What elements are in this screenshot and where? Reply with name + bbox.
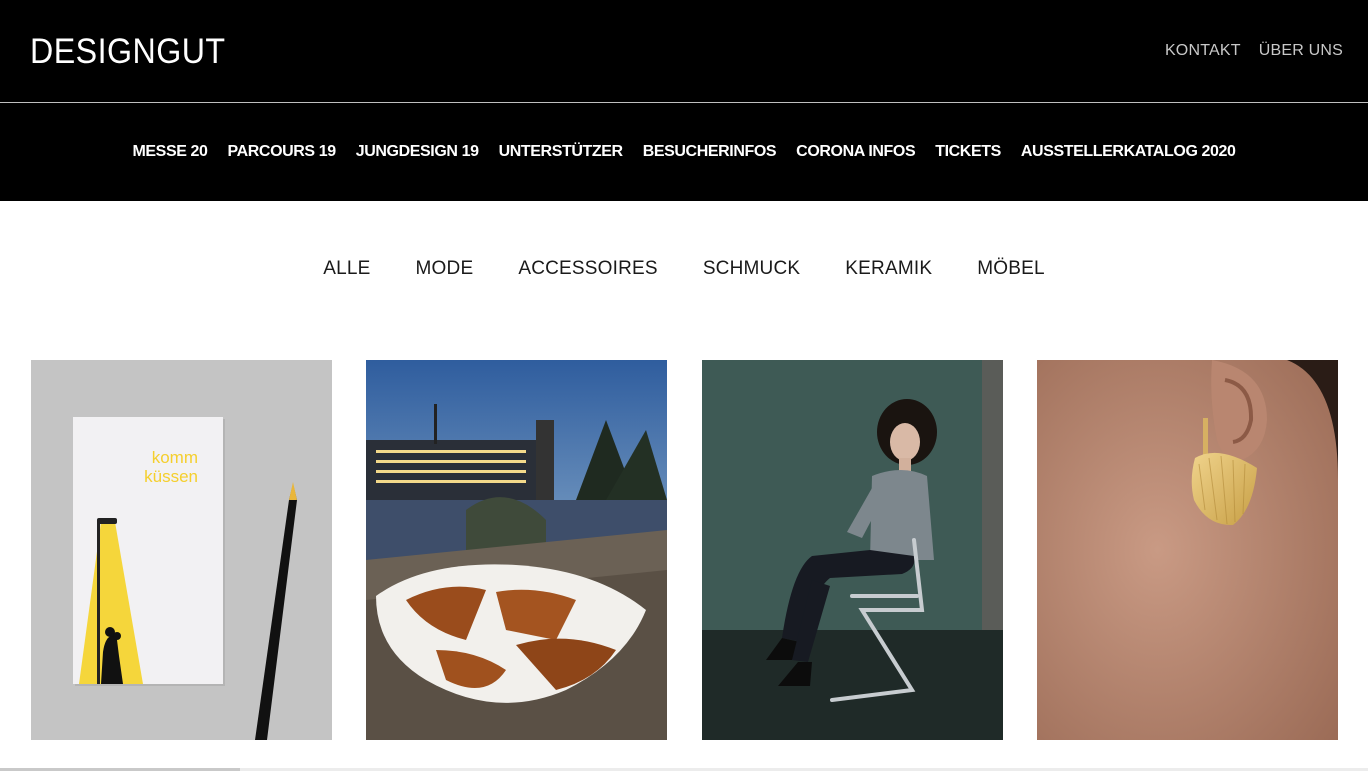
filter-moebel[interactable]: MÖBEL <box>977 258 1045 280</box>
filter-schmuck[interactable]: SCHMUCK <box>703 258 800 280</box>
nav-item-ausstellerkatalog[interactable]: AUSSTELLERKATALOG 2020 <box>1021 143 1236 161</box>
nav-item-messe[interactable]: MESSE 20 <box>132 143 207 161</box>
postcard-image: komm küssen <box>31 360 332 740</box>
postcard-text-1: komm <box>152 448 198 467</box>
nav-item-unterstuetzer[interactable]: UNTERSTÜTZER <box>499 143 623 161</box>
utility-nav: KONTAKT ÜBER UNS <box>1165 42 1343 60</box>
ueber-uns-link[interactable]: ÜBER UNS <box>1259 42 1343 60</box>
filter-mode[interactable]: MODE <box>416 258 474 280</box>
category-filter: ALLE MODE ACCESSOIRES SCHMUCK KERAMIK MÖ… <box>0 258 1368 280</box>
postcard-text-2: küssen <box>144 467 198 486</box>
gallery-item-model-chair[interactable] <box>702 360 1003 740</box>
gallery-item-postcard[interactable]: komm küssen <box>31 360 332 740</box>
filter-alle[interactable]: ALLE <box>323 258 370 280</box>
pillows-image <box>366 360 667 740</box>
earring-image <box>1037 360 1338 740</box>
main-nav: MESSE 20 PARCOURS 19 JUNGDESIGN 19 UNTER… <box>0 103 1368 201</box>
nav-item-besucherinfos[interactable]: BESUCHERINFOS <box>643 143 777 161</box>
site-logo[interactable]: DESIGNGUT <box>30 32 226 72</box>
kontakt-link[interactable]: KONTAKT <box>1165 42 1241 60</box>
filter-keramik[interactable]: KERAMIK <box>845 258 932 280</box>
nav-item-tickets[interactable]: TICKETS <box>935 143 1001 161</box>
model-chair-image <box>702 360 1003 740</box>
nav-item-corona-infos[interactable]: CORONA INFOS <box>796 143 915 161</box>
nav-item-parcours[interactable]: PARCOURS 19 <box>228 143 337 161</box>
gallery-item-earring[interactable] <box>1037 360 1338 740</box>
top-header: DESIGNGUT KONTAKT ÜBER UNS <box>0 0 1368 103</box>
gallery-item-pillows[interactable] <box>366 360 667 740</box>
filter-accessoires[interactable]: ACCESSOIRES <box>518 258 657 280</box>
nav-item-jungdesign[interactable]: JUNGDESIGN 19 <box>356 143 479 161</box>
